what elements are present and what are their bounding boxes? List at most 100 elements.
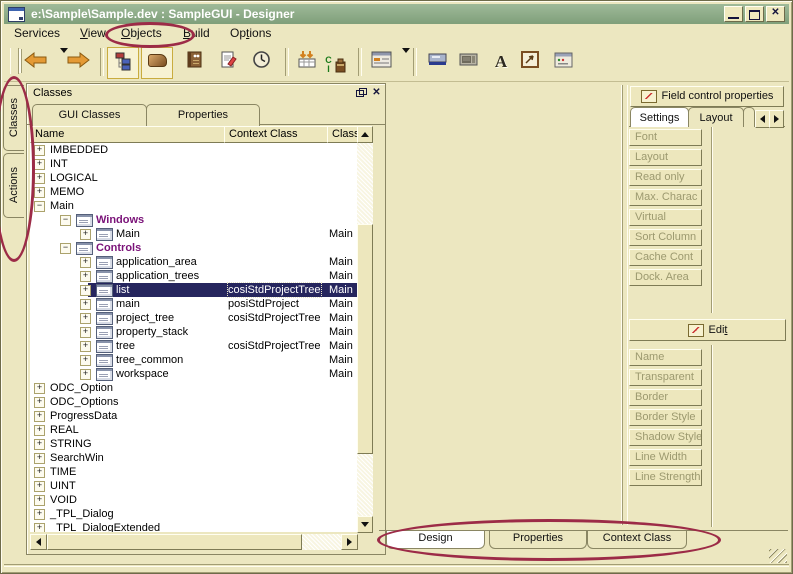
- column-header-context-class[interactable]: Context Class: [224, 126, 331, 143]
- minimize-button[interactable]: [724, 6, 743, 22]
- expand-icon[interactable]: +: [80, 313, 91, 324]
- expand-icon[interactable]: +: [34, 467, 45, 478]
- dock-tab-classes[interactable]: Classes: [3, 85, 24, 151]
- tree-row-real[interactable]: +REAL: [30, 423, 357, 437]
- tree-row-property-stack[interactable]: +property_stackMain: [30, 325, 357, 339]
- expand-icon[interactable]: +: [80, 341, 91, 352]
- tree-row-tree-common[interactable]: +tree_commonMain: [30, 353, 357, 367]
- tab-scroll-left-button[interactable]: [755, 110, 770, 128]
- expand-icon[interactable]: +: [34, 425, 45, 436]
- close-button[interactable]: ✕: [766, 6, 785, 22]
- expand-icon[interactable]: +: [34, 439, 45, 450]
- tree-row-progressdata[interactable]: +ProgressData: [30, 409, 357, 423]
- expand-icon[interactable]: +: [80, 285, 91, 296]
- window-form-button[interactable]: [367, 48, 395, 76]
- scroll-down-button[interactable]: [357, 516, 373, 533]
- menu-options[interactable]: Options: [230, 26, 271, 40]
- tab-gui-classes[interactable]: GUI Classes: [32, 104, 147, 126]
- tree-row-tpl-dialogextended[interactable]: +_TPL_DialogExtended: [30, 521, 357, 532]
- tree-row-void[interactable]: +VOID: [30, 493, 357, 507]
- expand-icon[interactable]: +: [80, 369, 91, 380]
- expand-icon[interactable]: +: [80, 229, 91, 240]
- tree-row-logical[interactable]: +LOGICAL: [30, 171, 357, 185]
- memory-device-button[interactable]: [454, 48, 482, 76]
- panel-close-button[interactable]: ✕: [369, 86, 384, 100]
- tree-row-tpl-dialog[interactable]: +_TPL_Dialog: [30, 507, 357, 521]
- layout-button[interactable]: Layout: [629, 149, 702, 166]
- tree-row-application-area[interactable]: +application_areaMain: [30, 255, 357, 269]
- tree-row-searchwin[interactable]: +SearchWin: [30, 451, 357, 465]
- edit-document-button[interactable]: [214, 48, 242, 76]
- import-table-button[interactable]: [293, 48, 321, 76]
- collapse-icon[interactable]: −: [34, 201, 45, 212]
- font-button[interactable]: Font: [629, 129, 702, 146]
- resize-grip[interactable]: [769, 549, 787, 563]
- tab-properties[interactable]: Properties: [146, 104, 260, 126]
- expand-icon[interactable]: +: [34, 145, 45, 156]
- tree-row-uint[interactable]: +UINT: [30, 479, 357, 493]
- expand-icon[interactable]: +: [34, 495, 45, 506]
- menu-view[interactable]: View: [80, 26, 106, 40]
- tree-row-application-trees[interactable]: +application_treesMain: [30, 269, 357, 283]
- expand-icon[interactable]: +: [34, 159, 45, 170]
- tree-row-main[interactable]: +MainMain: [30, 227, 357, 241]
- tree-row-windows[interactable]: −Windows: [30, 213, 357, 227]
- collapse-icon[interactable]: −: [60, 215, 71, 226]
- bottom-tab-design[interactable]: Design: [386, 531, 485, 549]
- column-header-name[interactable]: Name: [30, 126, 228, 143]
- tree-row-main[interactable]: +mainposiStdProjectMain: [30, 297, 357, 311]
- class-tree-view-button[interactable]: [107, 47, 139, 79]
- cache-cont-button[interactable]: Cache Cont: [629, 249, 702, 266]
- expand-icon[interactable]: +: [80, 355, 91, 366]
- shadow-style-button[interactable]: Shadow Style: [629, 429, 702, 446]
- panel-float-button[interactable]: [352, 86, 367, 100]
- virtual-button[interactable]: Virtual: [629, 209, 702, 226]
- dialog-form-button[interactable]: [549, 48, 577, 76]
- back-arrow-button[interactable]: [22, 48, 50, 76]
- column-header-class[interactable]: Class: [327, 126, 361, 143]
- sort-column-button[interactable]: Sort Column: [629, 229, 702, 246]
- font-letter-button[interactable]: A: [487, 48, 515, 76]
- expand-icon[interactable]: +: [34, 173, 45, 184]
- bottom-tab-context-class[interactable]: Context Class: [587, 531, 687, 549]
- tree-row-odc-options[interactable]: +ODC_Options: [30, 395, 357, 409]
- dock-area-button[interactable]: Dock. Area: [629, 269, 702, 286]
- bottom-tab-properties[interactable]: Properties: [489, 531, 587, 549]
- max-charac-button[interactable]: Max. Charac: [629, 189, 702, 206]
- expand-icon[interactable]: +: [80, 271, 91, 282]
- menu-services[interactable]: Services: [14, 26, 60, 40]
- expand-icon[interactable]: +: [80, 327, 91, 338]
- expand-icon[interactable]: +: [34, 411, 45, 422]
- vscroll-thumb[interactable]: [357, 224, 373, 454]
- tree-row-workspace[interactable]: +workspaceMain: [30, 367, 357, 381]
- read-only-button[interactable]: Read only: [629, 169, 702, 186]
- expand-icon[interactable]: +: [80, 257, 91, 268]
- clock-button[interactable]: [247, 48, 275, 76]
- border-button[interactable]: Border: [629, 389, 702, 406]
- tree-row-controls[interactable]: −Controls: [30, 241, 357, 255]
- expand-icon[interactable]: +: [34, 187, 45, 198]
- tree-row-int[interactable]: +INT: [30, 157, 357, 171]
- edit-button[interactable]: Edit: [629, 319, 786, 341]
- image-editor-button[interactable]: [516, 48, 544, 76]
- tree-row-list[interactable]: +listcosiStdProjectTreeMain: [30, 283, 357, 297]
- tree-vscrollbar[interactable]: [357, 126, 373, 532]
- line-width-button[interactable]: Line Width: [629, 449, 702, 466]
- maximize-button[interactable]: [745, 6, 764, 22]
- expand-icon[interactable]: +: [34, 453, 45, 464]
- tree-row-main[interactable]: −Main: [30, 199, 357, 213]
- tab-settings[interactable]: Settings: [630, 107, 689, 127]
- tree-hscrollbar[interactable]: [30, 534, 357, 550]
- collapse-icon[interactable]: −: [60, 243, 71, 254]
- expand-icon[interactable]: +: [34, 509, 45, 520]
- dock-tab-actions[interactable]: Actions: [3, 153, 24, 218]
- expand-icon[interactable]: +: [34, 481, 45, 492]
- field-control-properties-button[interactable]: Field control properties: [630, 86, 784, 107]
- name-button[interactable]: Name: [629, 349, 702, 366]
- menu-build[interactable]: Build: [183, 26, 210, 40]
- toolbar-gripper[interactable]: [10, 48, 19, 74]
- forward-arrow-button[interactable]: [64, 48, 92, 76]
- expand-icon[interactable]: +: [80, 299, 91, 310]
- line-strength-button[interactable]: Line Strength: [629, 469, 702, 486]
- class-instance-button[interactable]: CI: [322, 48, 350, 76]
